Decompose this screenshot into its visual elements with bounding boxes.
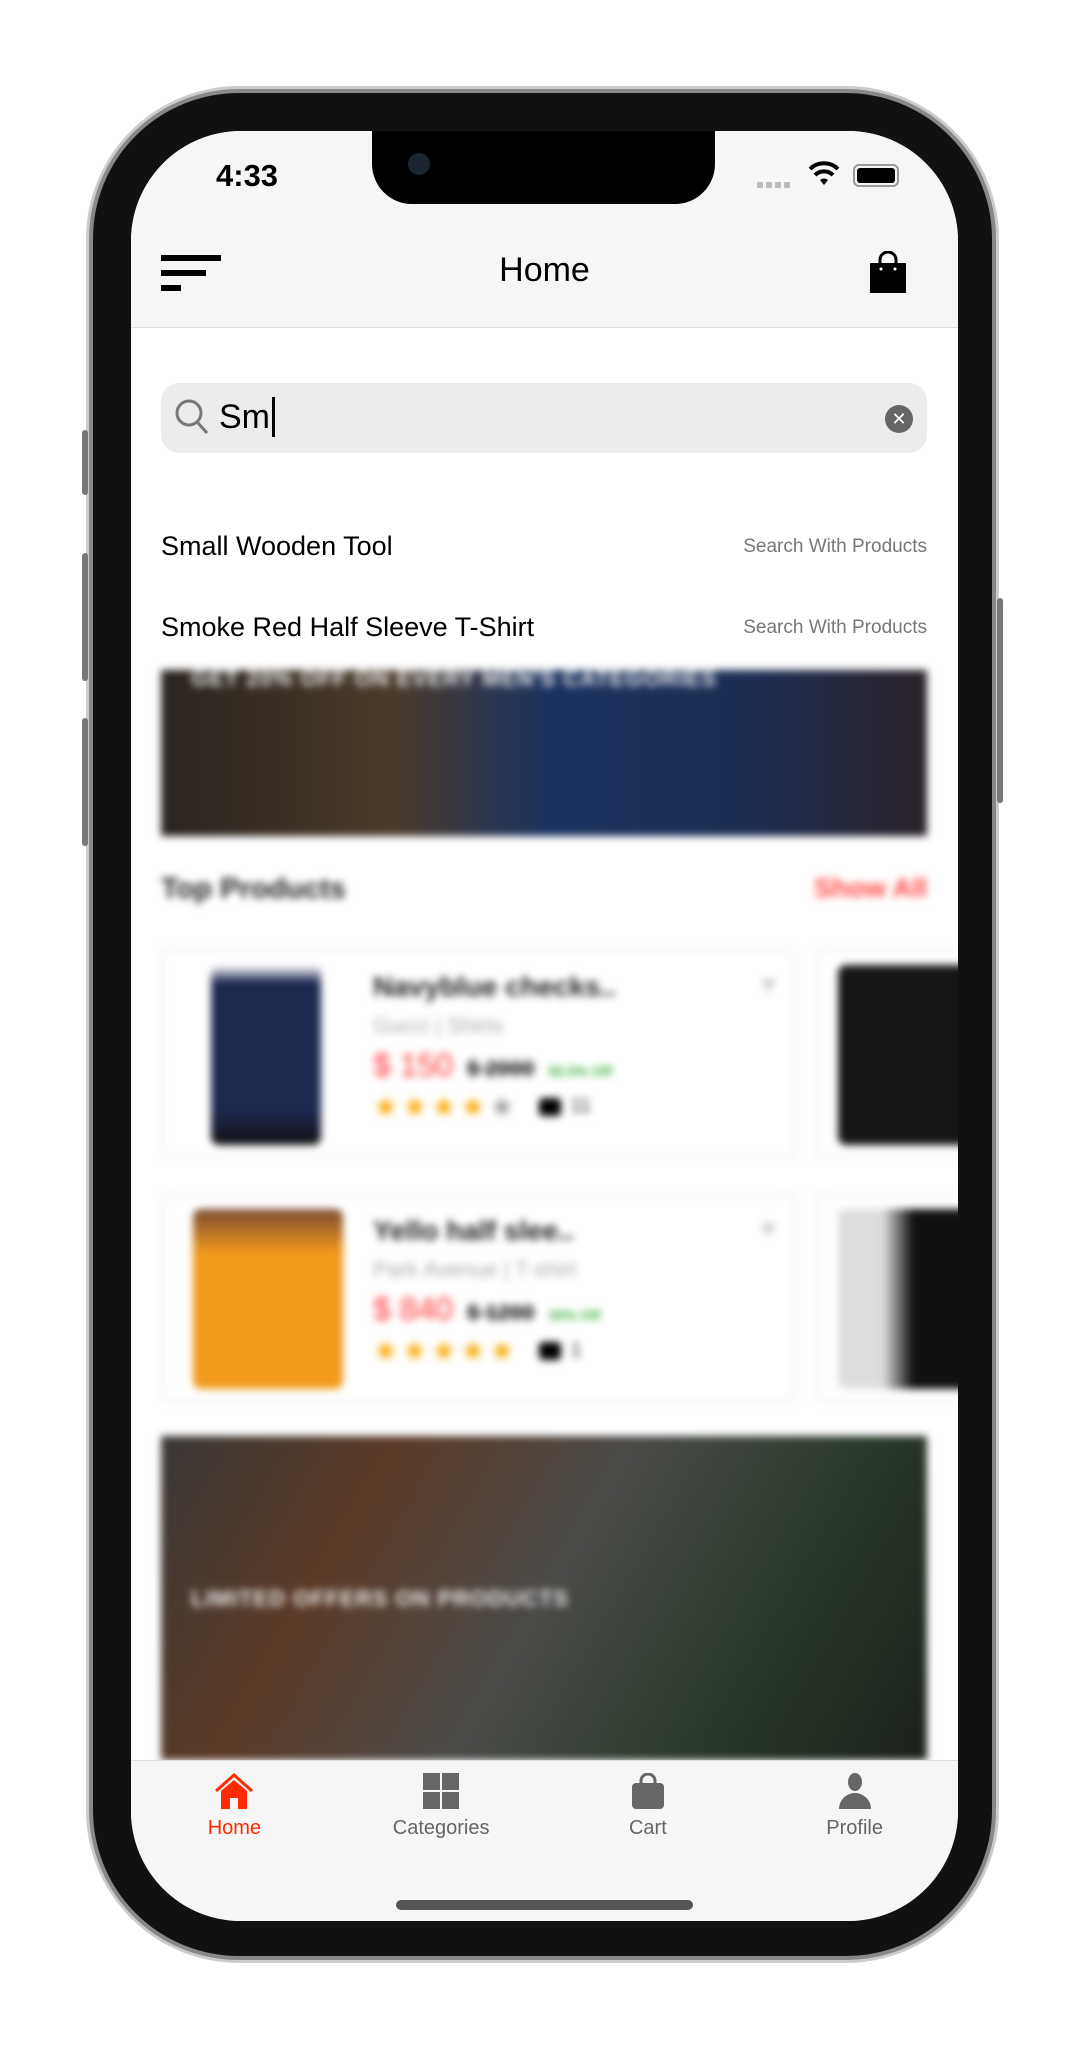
search-icon bbox=[175, 399, 209, 435]
suggestion-name: Small Wooden Tool bbox=[161, 531, 393, 561]
suggestion-hint: Search With Products bbox=[743, 535, 927, 557]
product-image bbox=[211, 965, 321, 1145]
person-icon bbox=[838, 1773, 871, 1809]
product-card-partial[interactable] bbox=[816, 949, 958, 1158]
section-title: Top Products bbox=[161, 873, 346, 905]
product-image bbox=[838, 965, 958, 1145]
screen: 4:33 Home Sm ✕ Small Wooden Tool Search … bbox=[131, 131, 958, 1921]
camera bbox=[408, 153, 430, 175]
home-indicator[interactable] bbox=[396, 1900, 693, 1910]
shopping-bag-icon[interactable] bbox=[870, 251, 906, 293]
grid-icon bbox=[423, 1773, 460, 1809]
suggestion-name: Smoke Red Half Sleeve T-Shirt bbox=[161, 612, 535, 642]
nav-profile[interactable]: Profile bbox=[751, 1761, 958, 1921]
page-title: Home bbox=[499, 251, 590, 289]
nav-label: Categories bbox=[392, 1817, 490, 1839]
product-price: $ 150 bbox=[373, 1047, 454, 1083]
nav-home[interactable]: Home bbox=[131, 1761, 338, 1921]
product-name: Navyblue checks.. bbox=[373, 971, 616, 1002]
nav-label: Cart bbox=[628, 1817, 667, 1839]
product-old-price: $ 2000 bbox=[467, 1056, 535, 1081]
suggestion-item[interactable]: Small Wooden Tool Search With Products bbox=[161, 531, 927, 562]
banner-text: LIMITED OFFERS ON PRODUCTS bbox=[191, 1586, 569, 1611]
heart-icon[interactable]: ♥ bbox=[761, 969, 776, 1000]
comment-icon bbox=[538, 1097, 561, 1116]
product-card[interactable]: Navyblue checks.. Gucci | Shirts $ 150 $ … bbox=[161, 949, 796, 1158]
product-brand: Park Avenue | T-shirt bbox=[373, 1257, 577, 1282]
bag-icon bbox=[631, 1773, 664, 1809]
product-image bbox=[838, 1209, 958, 1389]
suggestion-hint: Search With Products bbox=[743, 616, 927, 638]
product-name: Yello half slee.. bbox=[373, 1215, 574, 1246]
product-old-price: $ 1200 bbox=[467, 1300, 535, 1325]
nav-label: Home bbox=[207, 1817, 262, 1839]
volume-down-button bbox=[82, 718, 88, 846]
product-discount: 92.5% Off bbox=[548, 1063, 613, 1079]
notch bbox=[372, 131, 715, 204]
search-input[interactable]: Sm ✕ bbox=[161, 383, 927, 453]
power-button bbox=[997, 598, 1003, 803]
banner-text: GET 20% OFF ON EVERY MEN'S CATEGORIES bbox=[191, 670, 717, 691]
rating-stars: ★ ★ ★ ★ ★ 1 bbox=[373, 1335, 582, 1366]
battery-icon bbox=[853, 164, 899, 187]
product-price: $ 840 bbox=[373, 1291, 454, 1327]
bottom-nav: Home Categories Cart Profile bbox=[131, 1760, 958, 1921]
status-time: 4:33 bbox=[216, 158, 279, 193]
promo-banner[interactable]: GET 20% OFF ON EVERY MEN'S CATEGORIES bbox=[161, 670, 927, 836]
wifi-icon bbox=[807, 161, 841, 194]
product-image bbox=[193, 1209, 343, 1389]
comment-icon bbox=[538, 1341, 561, 1360]
section-header: Top Products Show All bbox=[161, 873, 927, 906]
heart-icon[interactable]: ♥ bbox=[761, 1213, 776, 1244]
search-value[interactable]: Sm bbox=[219, 397, 275, 437]
suggestion-item[interactable]: Smoke Red Half Sleeve T-Shirt Search Wit… bbox=[161, 612, 927, 643]
promo-banner[interactable]: LIMITED OFFERS ON PRODUCTS bbox=[161, 1436, 927, 1760]
app-header: Home bbox=[131, 221, 958, 328]
home-icon bbox=[215, 1773, 254, 1809]
nav-label: Profile bbox=[826, 1817, 883, 1839]
rating-stars: ★ ★ ★ ★ ★ 11 bbox=[373, 1091, 592, 1122]
clear-icon[interactable]: ✕ bbox=[885, 405, 913, 433]
volume-up-button bbox=[82, 553, 88, 681]
signal-icon bbox=[757, 182, 790, 188]
nav-categories[interactable]: Categories bbox=[338, 1761, 545, 1921]
show-all-link[interactable]: Show All bbox=[814, 873, 927, 906]
nav-cart[interactable]: Cart bbox=[545, 1761, 752, 1921]
mute-switch bbox=[82, 430, 88, 495]
product-discount: 30% Off bbox=[548, 1307, 601, 1323]
comment-count: 11 bbox=[570, 1095, 592, 1117]
product-brand: Gucci | Shirts bbox=[373, 1013, 504, 1038]
comment-count: 1 bbox=[570, 1339, 582, 1361]
product-card-partial[interactable] bbox=[816, 1193, 958, 1402]
product-card[interactable]: Yello half slee.. Park Avenue | T-shirt … bbox=[161, 1193, 796, 1402]
